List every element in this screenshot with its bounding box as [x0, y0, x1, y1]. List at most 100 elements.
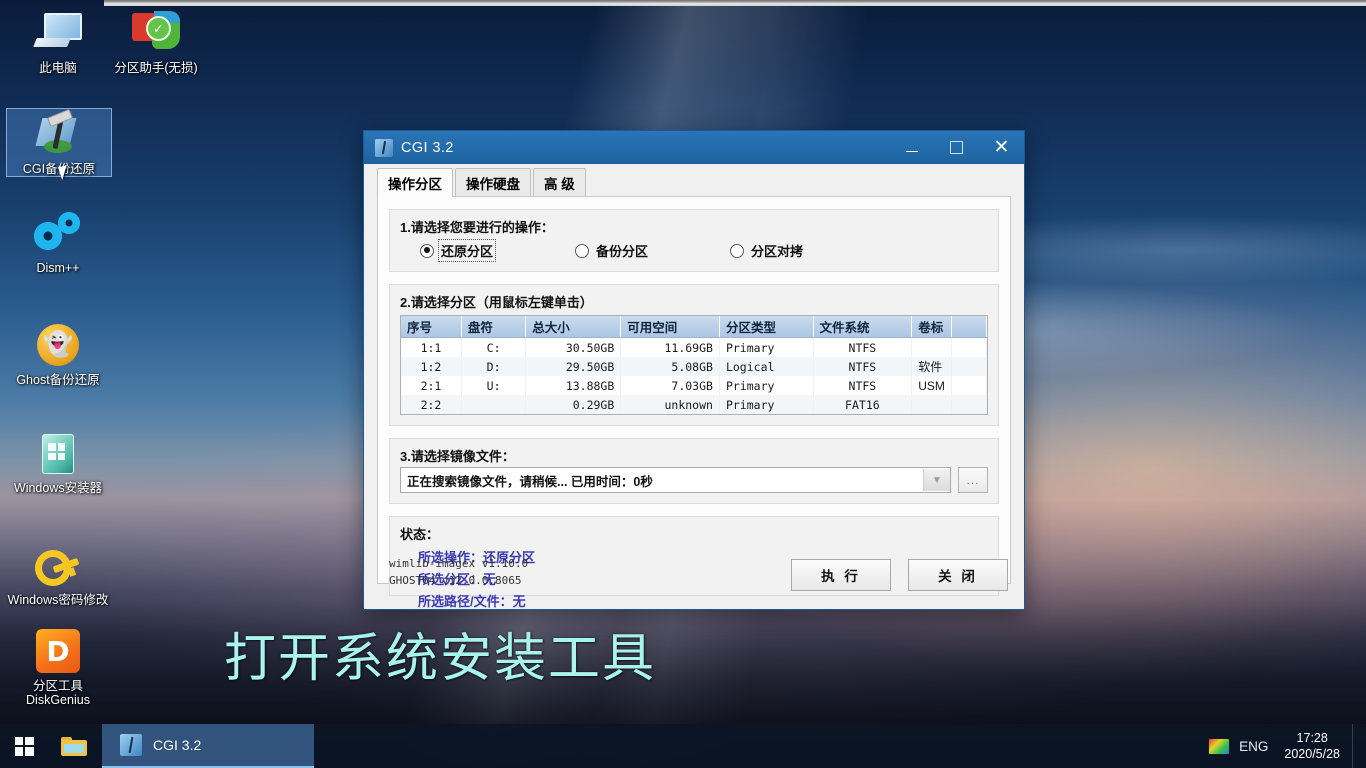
file-explorer-button[interactable]	[48, 724, 100, 768]
cell-free: unknown	[620, 395, 720, 414]
execute-button[interactable]: 执 行	[791, 559, 891, 591]
col-size[interactable]: 总大小	[525, 316, 622, 338]
partition-table[interactable]: 序号 盘符 总大小 可用空间 分区类型 文件系统 卷标 1:1 C: 30.50…	[400, 315, 988, 415]
taskbar-item-cgi[interactable]: CGI 3.2	[102, 724, 314, 768]
cell-drive: U:	[461, 376, 527, 395]
cell-volume-label: USM	[911, 376, 952, 395]
window-footer: wimlib-imagex v1.10.0 GHOST64 v12.0.0.80…	[364, 551, 1024, 609]
close-button[interactable]: ✕	[979, 131, 1024, 164]
cgi-window: CGI 3.2 ✕ 操作分区 操作硬盘 高 级 1.请选择您要进行的操作： 还原…	[363, 130, 1025, 610]
cell-type: Logical	[719, 357, 814, 376]
col-spacer	[951, 316, 988, 338]
cell-type: Primary	[719, 337, 814, 357]
tab-disk-ops[interactable]: 操作硬盘	[455, 168, 531, 197]
minimize-button[interactable]	[889, 131, 934, 164]
radio-indicator	[730, 243, 744, 258]
cell-spacer	[951, 337, 988, 357]
show-desktop-button[interactable]	[1352, 724, 1360, 768]
status-title: 状态：	[400, 527, 440, 542]
desktop-icon-ghost-backup-restore[interactable]: 👻 Ghost备份还原	[6, 320, 110, 387]
cgi-app-icon	[120, 734, 142, 756]
hammer-disk-icon	[7, 108, 111, 159]
image-file-value: 正在搜索镜像文件，请稍候... 已用时间：0秒	[407, 474, 653, 489]
version-ghost: GHOST64 v12.0.0.8065	[389, 574, 522, 587]
col-type[interactable]: 分区类型	[719, 316, 814, 338]
operation-group-title: 1.请选择您要进行的操作：	[400, 220, 554, 235]
windows-box-icon	[6, 428, 110, 478]
clock[interactable]: 17:28 2020/5/28	[1284, 730, 1352, 762]
radio-partition-clone[interactable]: 分区对拷	[730, 240, 805, 261]
color-profile-icon[interactable]	[1208, 737, 1231, 755]
screen-capture-strip	[104, 0, 1366, 6]
language-indicator[interactable]: ENG	[1239, 739, 1268, 754]
browse-button[interactable]: ...	[958, 467, 988, 493]
desktop-icon-dism-plus-plus[interactable]: Dism++	[6, 208, 110, 275]
ghost-icon: 👻	[6, 320, 110, 370]
desktop-icon-label: Dism++	[36, 261, 80, 275]
cell-spacer	[951, 395, 988, 414]
cell-drive: C:	[461, 337, 527, 357]
desktop-icon-label: Windows密码修改	[7, 593, 109, 607]
image-file-row: 正在搜索镜像文件，请稍候... 已用时间：0秒 ▼ ...	[400, 467, 988, 493]
chevron-down-icon[interactable]: ▼	[923, 469, 950, 491]
table-row[interactable]: 1:2 D: 29.50GB 5.08GB Logical NTFS 软件	[401, 357, 988, 376]
tutorial-caption: 打开系统安装工具	[224, 631, 657, 688]
key-icon	[6, 540, 110, 592]
desktop-icon-partition-assistant[interactable]: ✓ 分区助手(无损)	[104, 8, 208, 75]
maximize-button[interactable]	[934, 131, 979, 164]
table-row[interactable]: 2:2 0.29GB unknown Primary FAT16	[401, 395, 988, 414]
cell-volume-label	[911, 395, 952, 414]
col-volume-label[interactable]: 卷标	[911, 316, 952, 338]
radio-indicator	[575, 243, 589, 258]
table-row[interactable]: 1:1 C: 30.50GB 11.69GB Primary NTFS	[401, 337, 988, 357]
desktop-icon-label: 分区助手(无损)	[114, 61, 198, 75]
cell-size: 29.50GB	[525, 357, 622, 376]
radio-label: 还原分区	[437, 239, 497, 262]
tab-strip: 操作分区 操作硬盘 高 级	[377, 168, 1024, 197]
desktop-icon-windows-password-change[interactable]: Windows密码修改	[6, 540, 110, 607]
cell-index: 1:1	[401, 337, 462, 357]
radio-indicator	[420, 243, 434, 258]
image-file-group-title: 3.请选择镜像文件：	[400, 449, 515, 464]
cell-volume-label	[911, 337, 952, 357]
cell-spacer	[951, 357, 988, 376]
desktop-icon-windows-installer[interactable]: Windows安装器	[6, 428, 110, 495]
cell-size: 13.88GB	[525, 376, 622, 395]
desktop-icon-diskgenius[interactable]: D 分区工具 DiskGenius	[6, 626, 110, 707]
table-header-row: 序号 盘符 总大小 可用空间 分区类型 文件系统 卷标	[401, 316, 988, 338]
radio-label: 备份分区	[596, 244, 649, 259]
col-free[interactable]: 可用空间	[620, 316, 720, 338]
col-drive[interactable]: 盘符	[461, 316, 527, 338]
desktop-icon-this-pc[interactable]: 此电脑	[6, 8, 110, 75]
desktop-icon-label: 此电脑	[39, 61, 77, 75]
desktop-icon-label: 分区工具 DiskGenius	[26, 679, 90, 707]
windows-logo-icon	[14, 736, 34, 756]
app-icon	[375, 138, 393, 157]
desktop-icon-label: Windows安装器	[13, 481, 103, 495]
system-tray: ENG 17:28 2020/5/28	[1208, 724, 1366, 768]
window-titlebar[interactable]: CGI 3.2 ✕	[364, 131, 1024, 164]
cell-drive: D:	[461, 357, 527, 376]
col-filesystem[interactable]: 文件系统	[813, 316, 913, 338]
tab-panel: 1.请选择您要进行的操作： 还原分区 备份分区 分区对拷 2.请选择分区（用鼠标…	[377, 196, 1011, 609]
pie-chart-icon: ✓	[104, 8, 208, 58]
image-file-combobox[interactable]: 正在搜索镜像文件，请稍候... 已用时间：0秒 ▼	[400, 467, 951, 493]
diskgenius-icon: D	[6, 626, 110, 676]
partition-group-title: 2.请选择分区（用鼠标左键单击）	[400, 295, 593, 310]
clock-time: 17:28	[1296, 731, 1328, 745]
version-wimlib: wimlib-imagex v1.10.0	[389, 557, 529, 570]
table-row[interactable]: 2:1 U: 13.88GB 7.03GB Primary NTFS USM	[401, 376, 988, 395]
tab-advanced[interactable]: 高 级	[533, 168, 586, 197]
cell-size: 0.29GB	[525, 395, 622, 414]
cell-spacer	[951, 376, 988, 395]
cell-type: Primary	[719, 395, 814, 414]
close-dialog-button[interactable]: 关 闭	[908, 559, 1008, 591]
col-index[interactable]: 序号	[401, 316, 462, 338]
tab-partition-ops[interactable]: 操作分区	[377, 168, 453, 197]
radio-restore-partition[interactable]: 还原分区	[420, 239, 575, 262]
radio-backup-partition[interactable]: 备份分区	[575, 240, 730, 261]
start-button[interactable]	[0, 724, 48, 768]
folder-icon	[61, 736, 87, 756]
cell-drive	[461, 395, 527, 414]
version-info: wimlib-imagex v1.10.0 GHOST64 v12.0.0.80…	[389, 555, 528, 589]
